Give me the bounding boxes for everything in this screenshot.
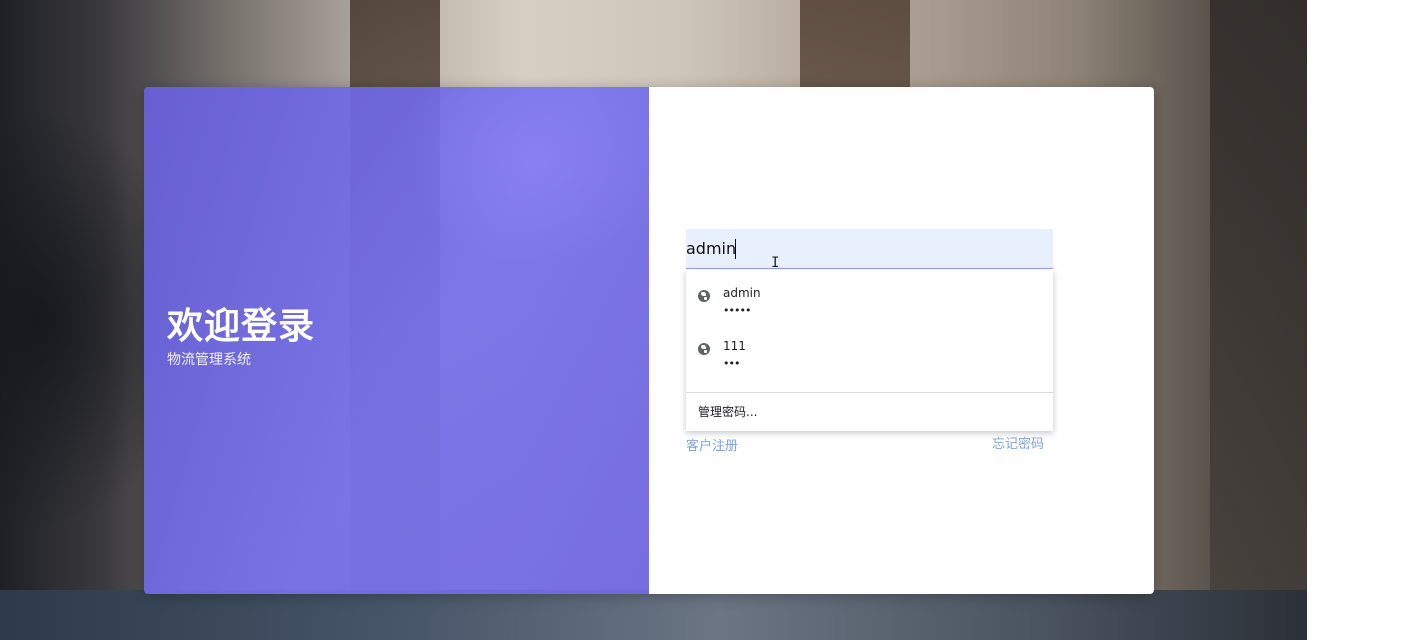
autofill-suggestion[interactable]: 111 ••• (686, 323, 1053, 376)
autofill-password-mask: ••••• (723, 304, 751, 317)
register-link[interactable]: 客户注册 (686, 435, 738, 454)
autofill-username: 111 (723, 339, 746, 353)
panel-glow (404, 87, 664, 267)
welcome-panel: 欢迎登录 物流管理系统 (144, 87, 664, 594)
background-pillar (1210, 0, 1307, 640)
forgot-password-link[interactable]: 忘记密码 (992, 433, 1044, 452)
login-form-panel: I admin ••••• 111 ••• 管理密码... 客户注册 忘记密码 (649, 87, 1154, 594)
autofill-divider (686, 392, 1053, 393)
manage-passwords-button[interactable]: 管理密码... (698, 403, 757, 420)
globe-icon (698, 290, 710, 302)
autofill-username: admin (723, 286, 761, 300)
right-blank-area (1307, 0, 1408, 640)
text-caret (735, 239, 736, 259)
autofill-password-mask: ••• (723, 357, 740, 370)
system-name: 物流管理系统 (167, 352, 251, 368)
background-floor (0, 590, 1307, 640)
mouse-ibeam-cursor: I (771, 255, 780, 271)
login-card: 欢迎登录 物流管理系统 I admin ••••• 111 ••• 管理密码..… (144, 87, 1154, 594)
password-autofill-dropdown: admin ••••• 111 ••• 管理密码... (686, 270, 1053, 431)
welcome-title: 欢迎登录 (167, 306, 316, 347)
autofill-suggestion[interactable]: admin ••••• (686, 270, 1053, 323)
username-input[interactable] (686, 229, 1053, 269)
globe-icon (698, 343, 710, 355)
